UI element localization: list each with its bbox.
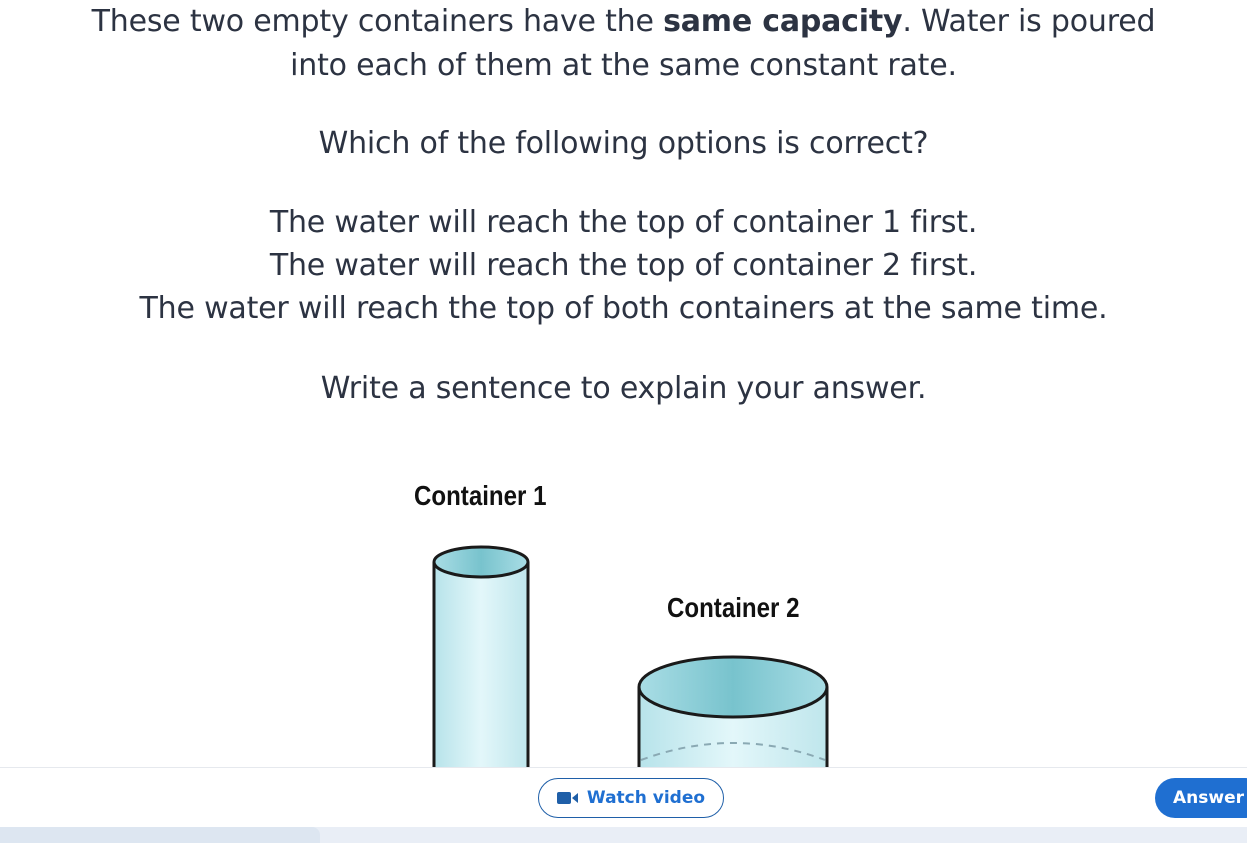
watch-video-label: Watch video: [586, 788, 706, 808]
intro-line-1: These two empty containers have the same…: [0, 0, 1247, 44]
intro-text-start: These two empty containers have the: [91, 4, 664, 39]
container-1-body: [434, 562, 528, 768]
action-bar: Watch video Answer: [0, 767, 1247, 828]
intro-line-2: into each of them at the same constant r…: [290, 48, 957, 83]
question-intro: These two empty containers have the same…: [0, 0, 1247, 88]
container-1-shape: [432, 545, 530, 768]
container-2-top: [637, 655, 829, 719]
explain-instruction: Write a sentence to explain your answer.: [320, 371, 927, 406]
intro-text-bold: same capacity: [663, 4, 903, 39]
question-text: These two empty containers have the same…: [0, 0, 1247, 406]
question-prompt: Which of the following options is correc…: [318, 126, 929, 161]
containers-figure: Container 1 Container 2: [0, 470, 1247, 768]
answer-button[interactable]: Answer: [1155, 778, 1247, 818]
video-camera-icon: [556, 791, 579, 805]
question-page: These two empty containers have the same…: [0, 0, 1247, 843]
container-1-top: [432, 545, 530, 579]
footer-progress-segment: [0, 827, 320, 843]
container-2-shape: [637, 655, 829, 768]
footer-strip: [0, 827, 1247, 843]
options-list: The water will reach the top of containe…: [0, 201, 1247, 330]
option-1: The water will reach the top of containe…: [269, 205, 978, 240]
option-2: The water will reach the top of containe…: [269, 248, 978, 283]
answer-label: Answer: [1173, 788, 1244, 808]
watch-video-button[interactable]: Watch video: [538, 778, 724, 818]
option-3: The water will reach the top of both con…: [139, 291, 1108, 326]
containers-drawing: [432, 545, 829, 768]
intro-text-end: . Water is poured: [902, 4, 1156, 39]
